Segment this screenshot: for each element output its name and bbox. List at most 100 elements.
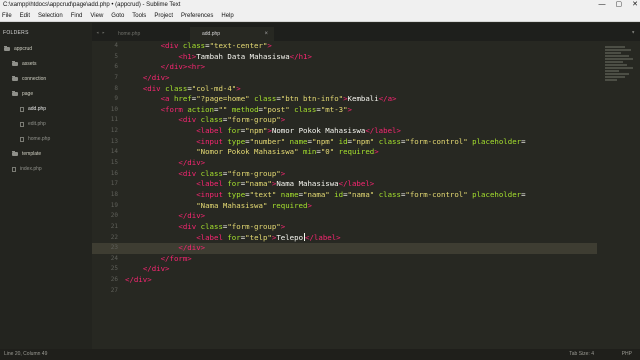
folder-icon [4,46,10,51]
status-bar: Line 20, Column 49 Tab Size: 4 PHP [0,349,640,360]
line-number: 19 [110,201,118,209]
window-controls: — ▢ ✕ [599,0,639,10]
code-line: </div> [125,275,152,285]
line-number: 5 [114,52,118,60]
code-line: <div class="form-group"> [178,168,286,178]
file-icon [20,106,24,112]
tab-home-php[interactable]: home.php [106,27,190,41]
menu-help[interactable]: Help [221,10,233,21]
sidebar-item-label: assets [22,61,37,67]
code-editor[interactable]: 4 5 6 7 8 9 10 11 12 13 14 15 16 17 18 1… [92,41,640,349]
line-number: 24 [110,254,118,262]
menu-goto[interactable]: Goto [111,10,124,21]
line-number: 17 [110,180,118,188]
code-line: "Nomor Pokok Mahasiswa" min="0" required… [196,147,379,157]
tab-dropdown-icon[interactable]: ▾ [631,29,635,36]
sidebar-item-edit-php[interactable]: edit.php [20,121,46,127]
line-number: 11 [110,116,118,124]
code-line: </div> [178,211,206,221]
tab-add-php[interactable]: add.php × [190,27,274,41]
tab-label: add.php [202,31,221,37]
code-line: <form action="" method="post" class="mt-… [160,104,352,114]
sidebar-item-label: home.php [28,136,51,142]
sidebar-item-page[interactable]: page [12,91,33,97]
line-number: 25 [110,265,118,273]
tab-nav-arrows-icon[interactable]: ◂ ▸ [96,30,105,36]
folder-icon [12,76,18,81]
code-line: <label for="telp">Telepo </label> [196,232,341,242]
menu-preferences[interactable]: Preferences [181,10,213,21]
minimize-icon[interactable]: — [599,0,606,10]
code-line: </div><hr> [160,62,206,72]
sidebar-item-label: page [22,91,34,97]
line-number: 9 [114,95,118,103]
code-line: <label for="npm">Nomor Pokok Mahasiswa</… [196,126,401,136]
folder-icon [12,151,18,156]
menu-tools[interactable]: Tools [132,10,146,21]
code-line: <label for="nama">Nama Mahasiswa</label> [196,179,375,189]
code-text[interactable]: <div class="text-center"> <h1>Tambah Dat… [125,41,526,296]
menu-find[interactable]: Find [71,10,83,21]
tab-size-setting[interactable]: Tab Size: 4 [569,349,594,360]
sidebar-item-template[interactable]: template [12,151,41,157]
sidebar-item-label: connection [22,76,47,82]
menu-selection[interactable]: Selection [38,10,63,21]
sidebar-item-connection[interactable]: connection [12,76,46,82]
cursor-position: Line 20, Column 49 [4,351,48,357]
window-title: C:\xampp\htdocs\appcrud\page\add.php • (… [3,2,181,8]
code-line: <div class="col-md-4"> [142,83,241,93]
line-number: 16 [110,169,118,177]
maximize-icon[interactable]: ▢ [616,0,623,10]
line-number: 8 [114,84,118,92]
line-number: 15 [110,159,118,167]
menu-file[interactable]: File [2,10,12,21]
sidebar-item-label: template [22,151,42,157]
line-number: 6 [114,63,118,71]
sidebar-item-label: index.php [20,166,42,172]
folder-icon [12,61,18,66]
code-line: <input type="text" name="nama" id="nama"… [196,189,526,199]
menu-edit[interactable]: Edit [20,10,30,21]
sidebar-item-assets[interactable]: assets [12,61,36,67]
close-icon[interactable]: ✕ [632,0,638,10]
code-line: "Nama Mahasiswa" required> [196,200,312,210]
menu-bar: File Edit Selection Find View Goto Tools… [0,10,640,22]
line-number: 7 [114,73,118,81]
tab-label: home.php [118,31,141,37]
line-number: 22 [110,233,118,241]
code-line: <div class="form-group"> [178,221,286,231]
syntax-setting[interactable]: PHP [622,349,632,360]
line-number: 14 [110,148,118,156]
line-number: 23 [110,244,118,252]
code-line: <h1>Tambah Data Mahasiswa</h1> [178,51,312,61]
tab-close-icon[interactable]: × [264,27,268,41]
code-line: <a href="?page=home" class="btn btn-info… [160,94,397,104]
sidebar-item-appcrud[interactable]: appcrud [4,46,32,52]
sidebar-item-add-php[interactable]: add.php [20,106,46,112]
menu-view[interactable]: View [90,10,103,21]
sidebar-item-label: edit.php [28,121,46,127]
tab-bar: ◂ ▸ home.php add.php × ▾ [92,23,640,41]
code-line: </form> [160,253,192,263]
menu-project[interactable]: Project [154,10,173,21]
sidebar-item-label: add.php [28,106,47,112]
line-number: 13 [110,137,118,145]
code-line: <input type="number" name="npm" id="npm"… [196,136,526,146]
sidebar-item-home-php[interactable]: home.php [20,136,50,142]
line-number: 12 [110,127,118,135]
file-icon [12,166,16,172]
file-icon [20,121,24,127]
line-number: 21 [110,222,118,230]
line-number: 4 [114,42,118,49]
line-number: 26 [110,276,118,284]
line-number: 10 [110,105,118,113]
sidebar-item-index-php[interactable]: index.php [12,166,42,172]
title-bar: C:\xampp\htdocs\appcrud\page\add.php • (… [0,0,640,10]
minimap[interactable] [605,46,635,91]
line-number: 27 [110,286,118,294]
sidebar-header: FOLDERS [3,30,29,36]
code-line: <div class="form-group"> [178,115,286,125]
line-number-gutter: 4 5 6 7 8 9 10 11 12 13 14 15 16 17 18 1… [92,41,118,296]
line-number: 20 [110,212,118,220]
